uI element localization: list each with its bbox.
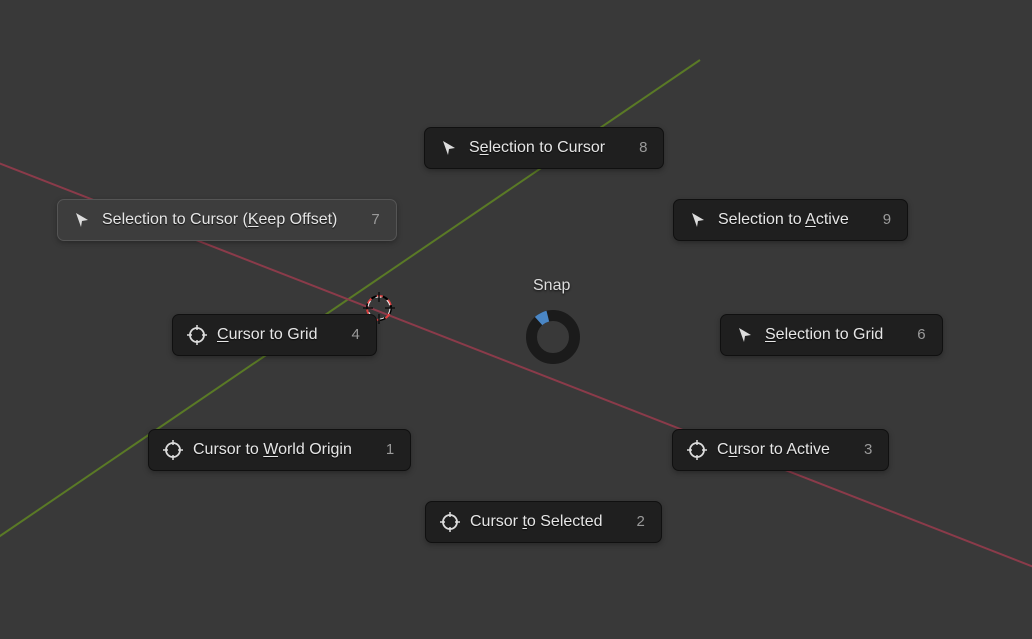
- viewport-3d[interactable]: Snap Selection to Cursor 8 Selection to …: [0, 0, 1032, 639]
- menu-item-shortcut: 1: [386, 441, 394, 459]
- menu-item-shortcut: 3: [864, 441, 872, 459]
- menu-item-label: Cursor to Selected: [470, 512, 603, 531]
- cursor-3d-icon: [163, 440, 183, 460]
- menu-item-label: Selection to Active: [718, 210, 849, 229]
- menu-item-cursor-to-world-origin[interactable]: Cursor to World Origin 1: [148, 429, 411, 471]
- menu-item-shortcut: 2: [637, 513, 645, 531]
- arrow-cursor-icon: [688, 210, 708, 230]
- menu-item-cursor-to-active[interactable]: Cursor to Active 3: [672, 429, 889, 471]
- menu-item-selection-to-cursor-keep-offset[interactable]: Selection to Cursor (Keep Offset) 7: [57, 199, 397, 241]
- menu-item-selection-to-cursor[interactable]: Selection to Cursor 8: [424, 127, 664, 169]
- menu-item-cursor-to-selected[interactable]: Cursor to Selected 2: [425, 501, 662, 543]
- cursor-3d-icon: [440, 512, 460, 532]
- menu-item-label: Selection to Cursor (Keep Offset): [102, 210, 337, 229]
- arrow-cursor-icon: [72, 210, 92, 230]
- menu-item-cursor-to-grid[interactable]: Cursor to Grid 4: [172, 314, 377, 356]
- menu-item-label: Selection to Cursor: [469, 138, 605, 157]
- menu-item-selection-to-grid[interactable]: Selection to Grid 6: [720, 314, 943, 356]
- cursor-3d-icon: [687, 440, 707, 460]
- cursor-3d-icon: [187, 325, 207, 345]
- pie-menu-title: Snap: [533, 277, 570, 295]
- arrow-cursor-icon: [439, 138, 459, 158]
- menu-item-shortcut: 9: [883, 211, 891, 229]
- menu-item-shortcut: 7: [371, 211, 379, 229]
- arrow-cursor-icon: [735, 325, 755, 345]
- menu-item-shortcut: 8: [639, 139, 647, 157]
- menu-item-shortcut: 6: [917, 326, 925, 344]
- menu-item-label: Cursor to Active: [717, 440, 830, 459]
- menu-item-selection-to-active[interactable]: Selection to Active 9: [673, 199, 908, 241]
- menu-item-label: Cursor to World Origin: [193, 440, 352, 459]
- menu-item-label: Selection to Grid: [765, 325, 883, 344]
- menu-item-shortcut: 4: [351, 326, 359, 344]
- pie-timeout-ring: [526, 310, 580, 364]
- menu-item-label: Cursor to Grid: [217, 325, 317, 344]
